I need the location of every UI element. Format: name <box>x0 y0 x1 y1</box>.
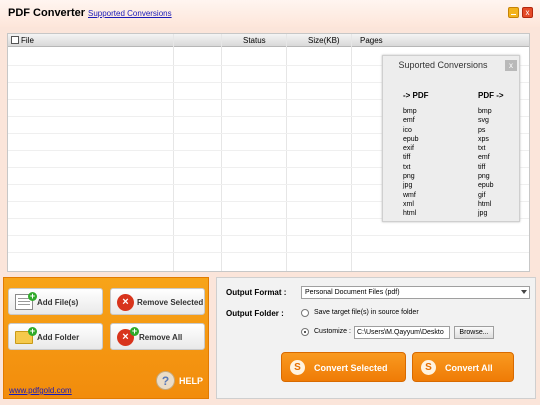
to-pdf-heading: -> PDF <box>403 91 429 100</box>
customize-option-label: Customize : <box>314 328 351 335</box>
title-bar: PDF Converter Supported Conversions x <box>0 0 540 27</box>
popup-close-button[interactable]: x <box>505 60 517 71</box>
source-folder-radio[interactable] <box>301 309 309 317</box>
plus-icon: + <box>130 326 139 336</box>
format-item: ico <box>403 126 412 134</box>
column-header-size[interactable]: Size(KB) <box>308 36 340 45</box>
supported-conversions-link[interactable]: Supported Conversions <box>88 9 172 18</box>
convert-selected-button[interactable]: S Convert Selected <box>281 352 406 382</box>
add-folder-button[interactable]: + Add Folder <box>8 323 103 350</box>
remove-all-button[interactable]: × + Remove All <box>110 323 205 350</box>
format-item: ps <box>478 126 486 134</box>
website-link[interactable]: www.pdfgold.com <box>9 386 72 395</box>
remove-all-label: Remove All <box>139 333 183 342</box>
app-window: PDF Converter Supported Conversions x Fi… <box>0 0 540 405</box>
format-item: bmp <box>478 108 492 115</box>
close-button[interactable]: x <box>522 7 533 18</box>
format-item: emf <box>403 117 415 125</box>
format-item: gif <box>478 191 486 199</box>
output-format-value: Personal Document Files (pdf) <box>305 289 400 296</box>
browse-button[interactable]: Browse... <box>454 326 494 339</box>
customize-radio[interactable] <box>301 328 309 336</box>
convert-selected-label: Convert Selected <box>314 363 388 373</box>
output-format-label: Output Format : <box>226 288 287 297</box>
plus-icon: + <box>28 326 37 336</box>
row-divider <box>8 235 529 236</box>
format-item: epub <box>478 182 494 190</box>
format-item: jpg <box>478 210 488 218</box>
format-item: tiff <box>478 163 486 171</box>
chevron-down-icon <box>521 290 527 294</box>
remove-icon: × <box>117 294 134 311</box>
add-files-label: Add File(s) <box>37 298 79 307</box>
format-item: txt <box>403 163 411 171</box>
format-item: emf <box>478 154 490 162</box>
output-path-field[interactable]: C:\Users\M.Qayyum\Deskto <box>354 326 450 339</box>
column-header-pages[interactable]: Pages <box>360 36 383 45</box>
format-item: wmf <box>403 191 416 199</box>
column-header-file[interactable]: File <box>21 36 34 45</box>
format-item: exif <box>403 145 414 153</box>
select-all-checkbox[interactable] <box>11 36 19 44</box>
convert-all-button[interactable]: S Convert All <box>412 352 514 382</box>
add-folder-label: Add Folder <box>37 333 80 342</box>
column-header-status[interactable]: Status <box>243 36 266 45</box>
output-format-select[interactable]: Personal Document Files (pdf) <box>301 286 530 299</box>
output-folder-label: Output Folder : <box>226 309 284 318</box>
help-icon: ? <box>156 371 175 390</box>
remove-selected-label: Remove Selected <box>137 298 204 307</box>
format-item: png <box>403 173 415 181</box>
convert-all-label: Convert All <box>445 363 493 373</box>
remove-selected-button[interactable]: × Remove Selected <box>110 288 205 315</box>
from-pdf-list: bmp svg ps xps txt emf tiff png epub gif… <box>478 107 494 219</box>
format-item: xps <box>478 135 489 143</box>
supported-conversions-popup: Suported Conversions x -> PDF PDF -> bmp… <box>382 55 520 222</box>
help-label: HELP <box>179 376 204 386</box>
convert-icon: S <box>290 360 305 375</box>
source-folder-option-label: Save target file(s) in source folder <box>314 309 419 316</box>
format-item: tiff <box>403 154 411 162</box>
from-pdf-heading: PDF -> <box>478 91 504 100</box>
row-divider <box>8 252 529 253</box>
format-item: xml <box>403 200 414 208</box>
minimize-button[interactable] <box>508 7 519 18</box>
output-settings-panel: Output Format : Personal Document Files … <box>216 277 536 399</box>
format-item: svg <box>478 117 489 125</box>
convert-icon: S <box>421 360 436 375</box>
format-item: bmp <box>403 108 417 115</box>
app-title: PDF Converter <box>8 7 86 19</box>
to-pdf-list: bmp emf ico epub exif tiff txt png jpg w… <box>403 107 419 219</box>
format-item: epub <box>403 135 419 143</box>
add-files-button[interactable]: + Add File(s) <box>8 288 103 315</box>
format-item: png <box>478 173 490 181</box>
file-list-header: File Status Size(KB) Pages <box>8 34 529 47</box>
popup-title: Suported Conversions <box>398 60 488 70</box>
format-item: html <box>478 200 492 208</box>
format-item: html <box>403 210 417 218</box>
plus-icon: + <box>28 291 37 301</box>
format-item: jpg <box>403 182 413 190</box>
file-actions-panel: + Add File(s) × Remove Selected + Add Fo… <box>3 277 209 399</box>
format-item: txt <box>478 145 486 153</box>
